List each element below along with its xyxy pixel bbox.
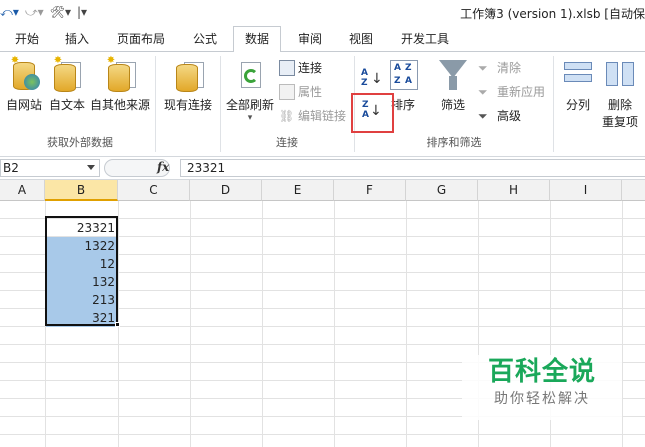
sort-ascending-icon: A Z ↓ [361, 68, 383, 88]
column-header-i[interactable]: I [550, 180, 622, 201]
group-label-connections: 连接 [276, 136, 298, 149]
group-label-get-external: 获取外部数据 [47, 136, 113, 149]
column-header-b[interactable]: B [45, 180, 118, 201]
edit-links-button[interactable]: ⛓ 编辑链接 [279, 106, 346, 126]
other-sources-icon: ✸ [104, 56, 136, 92]
advanced-button[interactable]: ⏷ 高级 [478, 106, 521, 126]
sort-a-to-z-button[interactable]: A Z ↓ [360, 66, 384, 92]
existing-connections-button[interactable]: 现有连接 [160, 54, 216, 113]
filter-funnel-icon [437, 56, 469, 92]
tab-formulas[interactable]: 公式 [188, 29, 222, 51]
from-web-button[interactable]: ✸ 自网站 [2, 54, 46, 113]
name-box-dropdown-icon[interactable] [87, 165, 95, 170]
column-header-e[interactable]: E [262, 180, 334, 201]
watermark: 百科全说 助你轻松解决 [462, 355, 622, 420]
reapply-icon: ⏷ [478, 85, 488, 99]
tab-home[interactable]: 开始 [10, 29, 44, 51]
column-header-j[interactable] [622, 180, 645, 201]
highlight-box [351, 93, 394, 133]
column-header-g[interactable]: G [406, 180, 478, 201]
from-other-sources-button[interactable]: ✸ 自其他来源 [88, 54, 152, 113]
clear-filter-icon: ⏷ [478, 61, 488, 75]
text-to-columns-button[interactable]: 分列 [560, 54, 596, 113]
column-header-a[interactable]: A [0, 180, 45, 201]
advanced-filter-icon: ⏷ [478, 109, 488, 123]
group-label-sort-filter: 排序和筛选 [426, 136, 482, 149]
chain-link-icon: ⛓ [279, 109, 295, 123]
properties-button[interactable]: 属性 [279, 82, 322, 102]
ribbon-tabs: 开始 插入 页面布局 公式 数据 审阅 视图 开发工具 [0, 25, 645, 53]
text-db-icon: ✸ [51, 56, 83, 92]
refresh-all-button[interactable]: 全部刷新 ▾ [224, 54, 276, 123]
insert-function-icon[interactable]: fx [157, 160, 169, 174]
quick-access-toolbar: ⤺▾ ⤻▾ 🛠▾ |▾ [0, 2, 87, 22]
tools-icon[interactable]: 🛠▾ [50, 5, 71, 19]
connections-icon [279, 60, 295, 76]
undo-icon[interactable]: ⤺▾ [0, 5, 19, 20]
watermark-title: 百科全说 [487, 357, 596, 387]
tab-developer[interactable]: 开发工具 [396, 29, 454, 51]
column-header-f[interactable]: F [334, 180, 406, 201]
tab-review[interactable]: 审阅 [293, 29, 327, 51]
filter-button[interactable]: 筛选 [434, 54, 472, 113]
column-header-c[interactable]: C [118, 180, 190, 201]
existing-connections-icon [172, 56, 204, 92]
title-bar: ⤺▾ ⤻▾ 🛠▾ |▾ 工作簿3 (version 1).xlsb [自动保 [0, 0, 645, 25]
grid-row [0, 435, 645, 447]
tab-view[interactable]: 视图 [344, 29, 378, 51]
grid-row [0, 327, 645, 345]
from-text-button[interactable]: ✸ 自文本 [46, 54, 88, 113]
properties-icon [279, 84, 295, 100]
column-header-d[interactable]: D [190, 180, 262, 201]
tab-data[interactable]: 数据 [233, 26, 281, 53]
web-db-icon: ✸ [8, 56, 40, 92]
window-title: 工作簿3 (version 1).xlsb [自动保 [460, 7, 645, 21]
ribbon: ✸ 自网站 ✸ 自文本 ✸ 自其他来源 现有连接 获取外部数据 全部刷新 ▾ 连… [0, 52, 645, 157]
reapply-button[interactable]: ⏷ 重新应用 [478, 82, 545, 102]
clear-button[interactable]: ⏷ 清除 [478, 58, 521, 78]
remove-duplicates-icon [604, 56, 636, 92]
refresh-all-icon [234, 56, 266, 92]
remove-duplicates-button[interactable]: 删除 重复项 [600, 54, 640, 130]
redo-icon[interactable]: ⤻▾ [25, 5, 44, 20]
column-header-h[interactable]: H [478, 180, 550, 201]
sort-dialog-icon: AZ ZA [388, 56, 418, 92]
formula-bar: B2 fx 23321 [0, 157, 645, 180]
name-box[interactable]: B2 [0, 159, 100, 177]
tab-page-layout[interactable]: 页面布局 [112, 29, 170, 51]
refresh-dropdown-icon[interactable]: ▾ [224, 113, 276, 123]
tab-insert[interactable]: 插入 [60, 29, 94, 51]
watermark-subtitle: 助你轻松解决 [494, 391, 590, 407]
text-to-columns-icon [562, 56, 594, 92]
selection-border [45, 216, 118, 326]
customize-qat-icon[interactable]: |▾ [77, 5, 87, 19]
fill-handle[interactable] [115, 322, 120, 327]
connections-button[interactable]: 连接 [279, 58, 322, 78]
formula-input[interactable]: 23321 [180, 159, 645, 177]
